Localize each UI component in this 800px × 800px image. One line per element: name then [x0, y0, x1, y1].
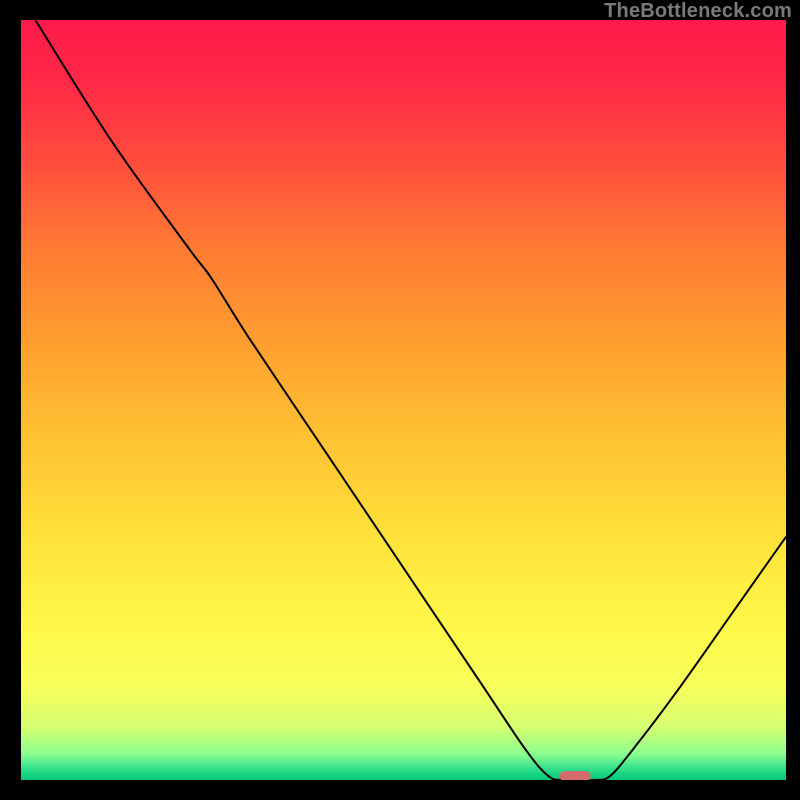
y-axis	[18, 20, 21, 782]
bottleneck-curve	[35, 20, 786, 780]
optimum-marker	[560, 771, 591, 780]
chart-container: TheBottleneck.com	[0, 0, 800, 800]
plot-area	[20, 20, 786, 780]
curve-layer	[20, 20, 786, 780]
watermark-text: TheBottleneck.com	[604, 0, 792, 23]
x-axis	[18, 780, 788, 783]
